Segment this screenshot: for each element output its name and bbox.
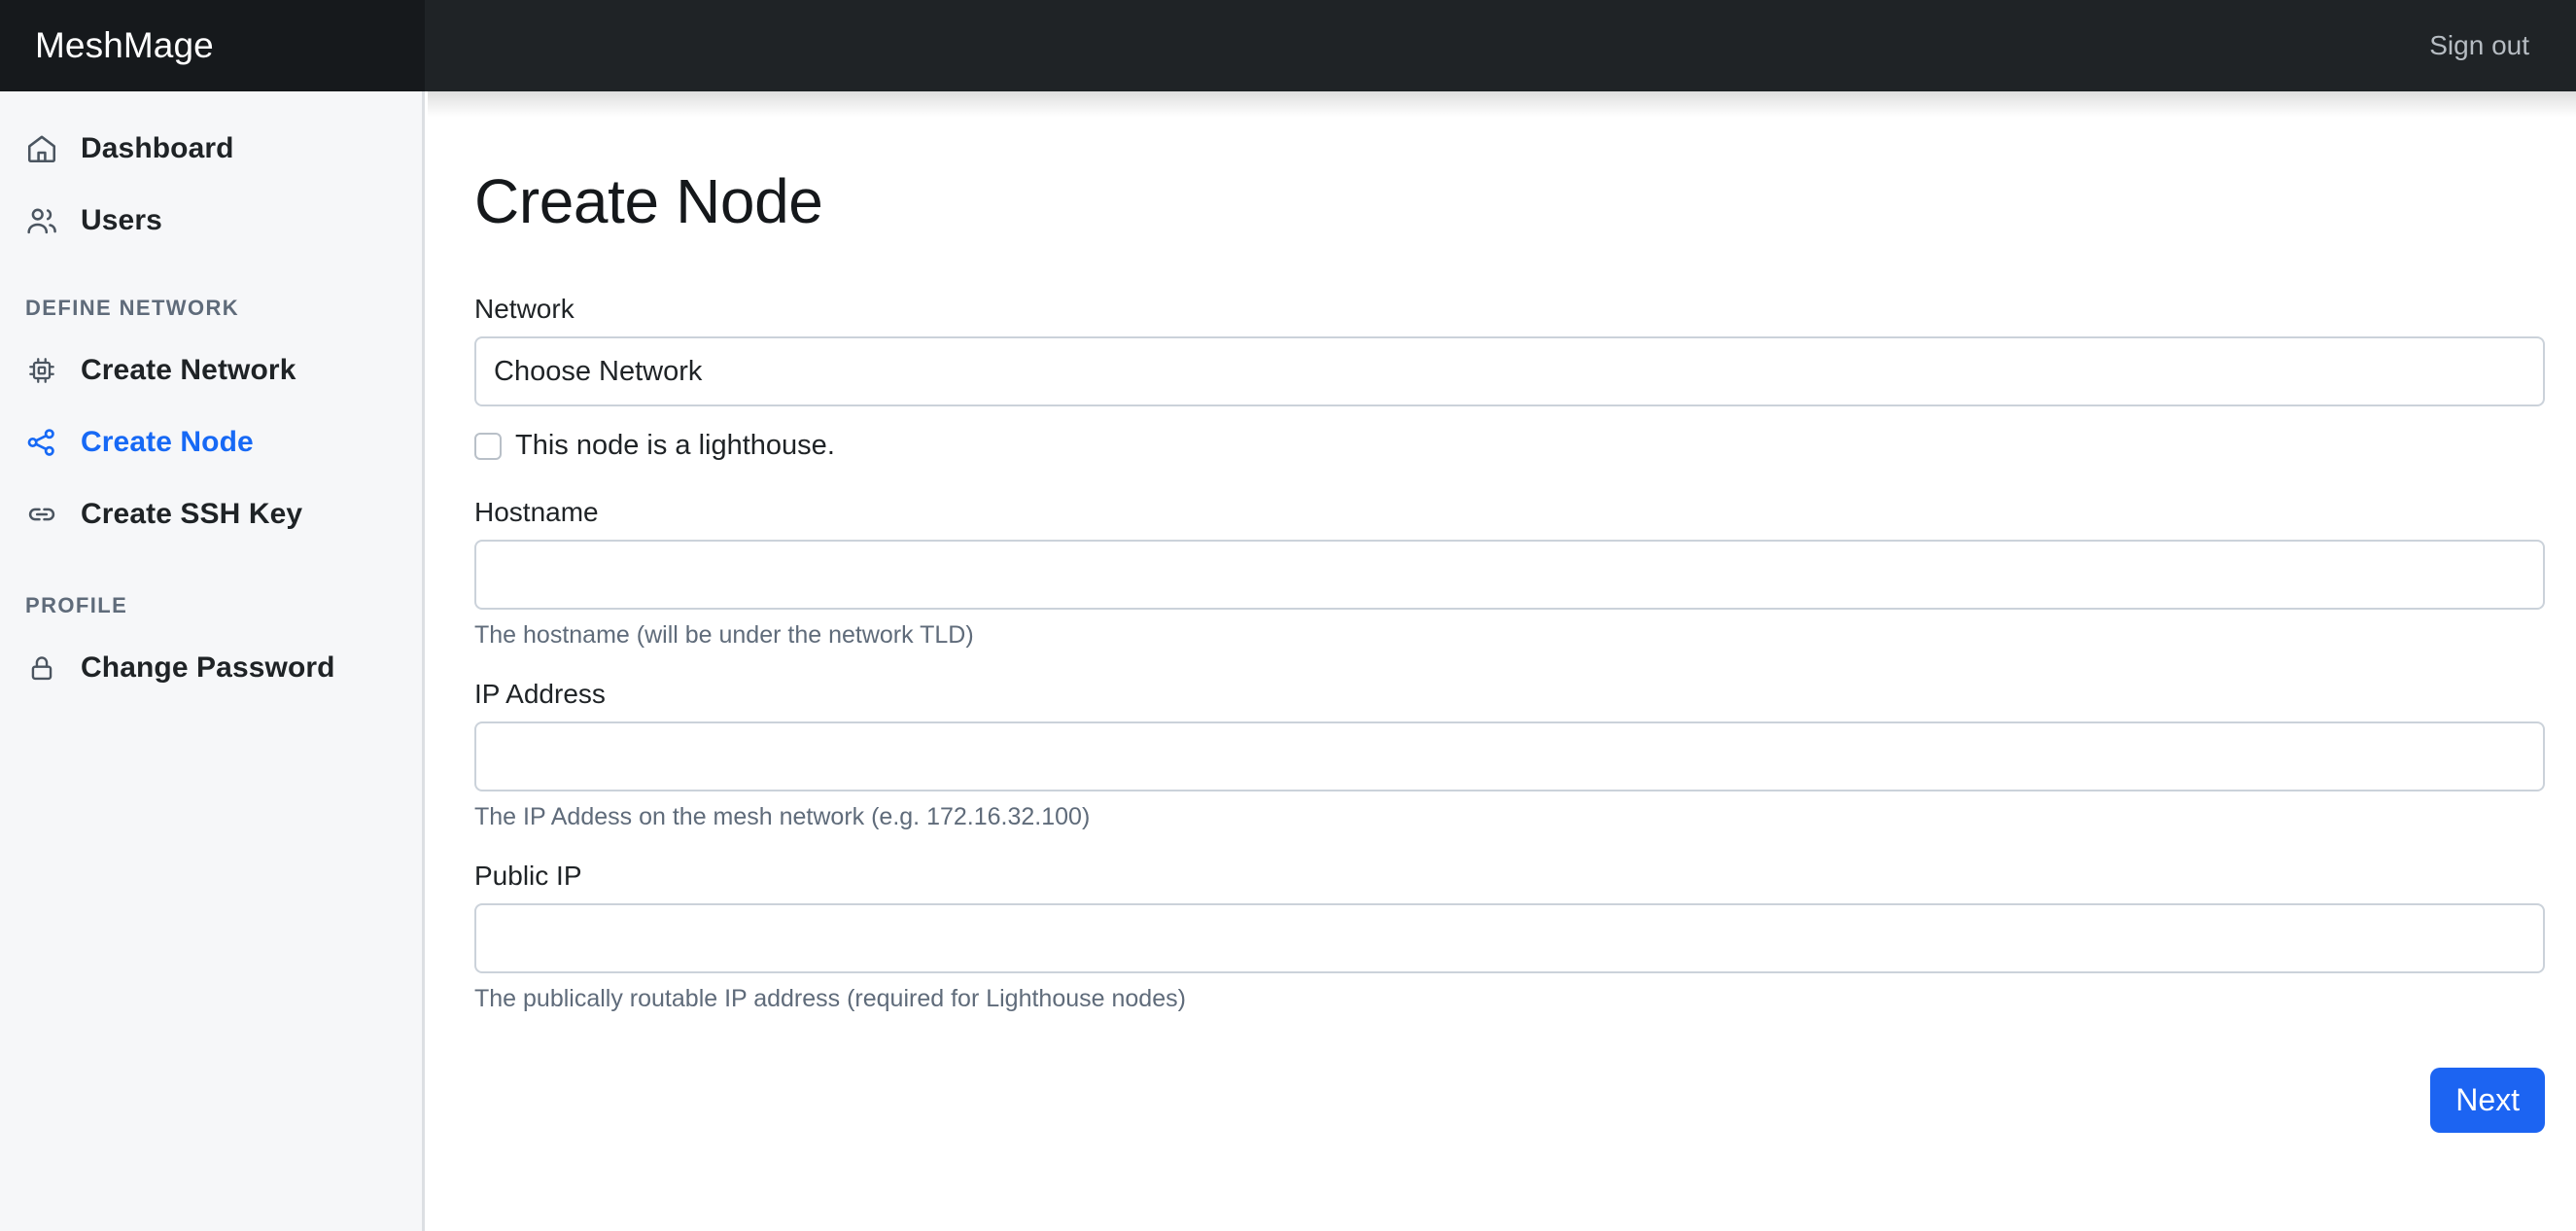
sidebar-item-label: Users bbox=[81, 204, 162, 236]
sidebar-item-label: Create Network bbox=[81, 354, 296, 386]
sidebar-item-dashboard[interactable]: Dashboard bbox=[0, 113, 422, 185]
sign-out-link[interactable]: Sign out bbox=[2429, 30, 2529, 61]
sidebar-section-define-network: DEFINE NETWORK bbox=[25, 296, 240, 320]
ip-address-help-text: The IP Addess on the mesh network (e.g. … bbox=[474, 803, 1091, 830]
public-ip-input[interactable] bbox=[474, 903, 2545, 973]
sidebar-item-label: Dashboard bbox=[81, 132, 234, 164]
sidebar-item-change-password[interactable]: Change Password bbox=[0, 632, 422, 704]
sidebar-item-label: Create SSH Key bbox=[81, 498, 303, 530]
top-bar-right: Sign out bbox=[425, 0, 2576, 91]
hostname-help-text: The hostname (will be under the network … bbox=[474, 621, 974, 649]
share-nodes-icon bbox=[23, 424, 60, 461]
sidebar-item-users[interactable]: Users bbox=[0, 185, 422, 257]
public-ip-label: Public IP bbox=[474, 861, 582, 891]
page-title: Create Node bbox=[474, 166, 823, 236]
sidebar: Dashboard Users DEFINE NETWORK Create Ne… bbox=[0, 91, 425, 1231]
ip-address-label: IP Address bbox=[474, 679, 606, 709]
main-content: Create Node Network Choose Network This … bbox=[428, 91, 2576, 1231]
sidebar-item-label: Create Node bbox=[81, 426, 254, 458]
sidebar-item-label: Change Password bbox=[81, 651, 335, 684]
network-select[interactable]: Choose Network bbox=[474, 336, 2545, 406]
network-label: Network bbox=[474, 294, 574, 324]
brand-block: MeshMage bbox=[0, 0, 425, 91]
field-group-ip-address: IP Address The IP Addess on the mesh net… bbox=[474, 679, 2545, 831]
ip-address-input[interactable] bbox=[474, 721, 2545, 791]
hostname-input[interactable] bbox=[474, 540, 2545, 610]
users-icon bbox=[23, 202, 60, 239]
sidebar-item-create-network[interactable]: Create Network bbox=[0, 334, 422, 406]
create-node-form: Network Choose Network This node is a li… bbox=[474, 294, 2545, 1133]
hostname-label: Hostname bbox=[474, 497, 599, 527]
sidebar-section-profile: PROFILE bbox=[25, 593, 128, 617]
field-group-network: Network Choose Network bbox=[474, 294, 2545, 406]
public-ip-help-text: The publically routable IP address (requ… bbox=[474, 985, 1186, 1012]
field-group-public-ip: Public IP The publically routable IP add… bbox=[474, 861, 2545, 1013]
lock-icon bbox=[23, 650, 60, 686]
next-button[interactable]: Next bbox=[2430, 1068, 2545, 1133]
top-bar: MeshMage Sign out bbox=[0, 0, 2576, 91]
lighthouse-checkbox[interactable] bbox=[474, 432, 502, 460]
lighthouse-checkbox-label[interactable]: This node is a lighthouse. bbox=[515, 430, 835, 462]
sidebar-item-create-ssh-key[interactable]: Create SSH Key bbox=[0, 478, 422, 550]
chip-icon bbox=[23, 352, 60, 389]
field-group-hostname: Hostname The hostname (will be under the… bbox=[474, 497, 2545, 650]
link-icon bbox=[23, 496, 60, 533]
sidebar-item-create-node[interactable]: Create Node bbox=[0, 406, 422, 478]
form-actions: Next bbox=[474, 1068, 2545, 1133]
home-icon bbox=[23, 130, 60, 167]
app-brand: MeshMage bbox=[35, 25, 214, 65]
lighthouse-checkbox-row: This node is a lighthouse. bbox=[474, 430, 2459, 462]
